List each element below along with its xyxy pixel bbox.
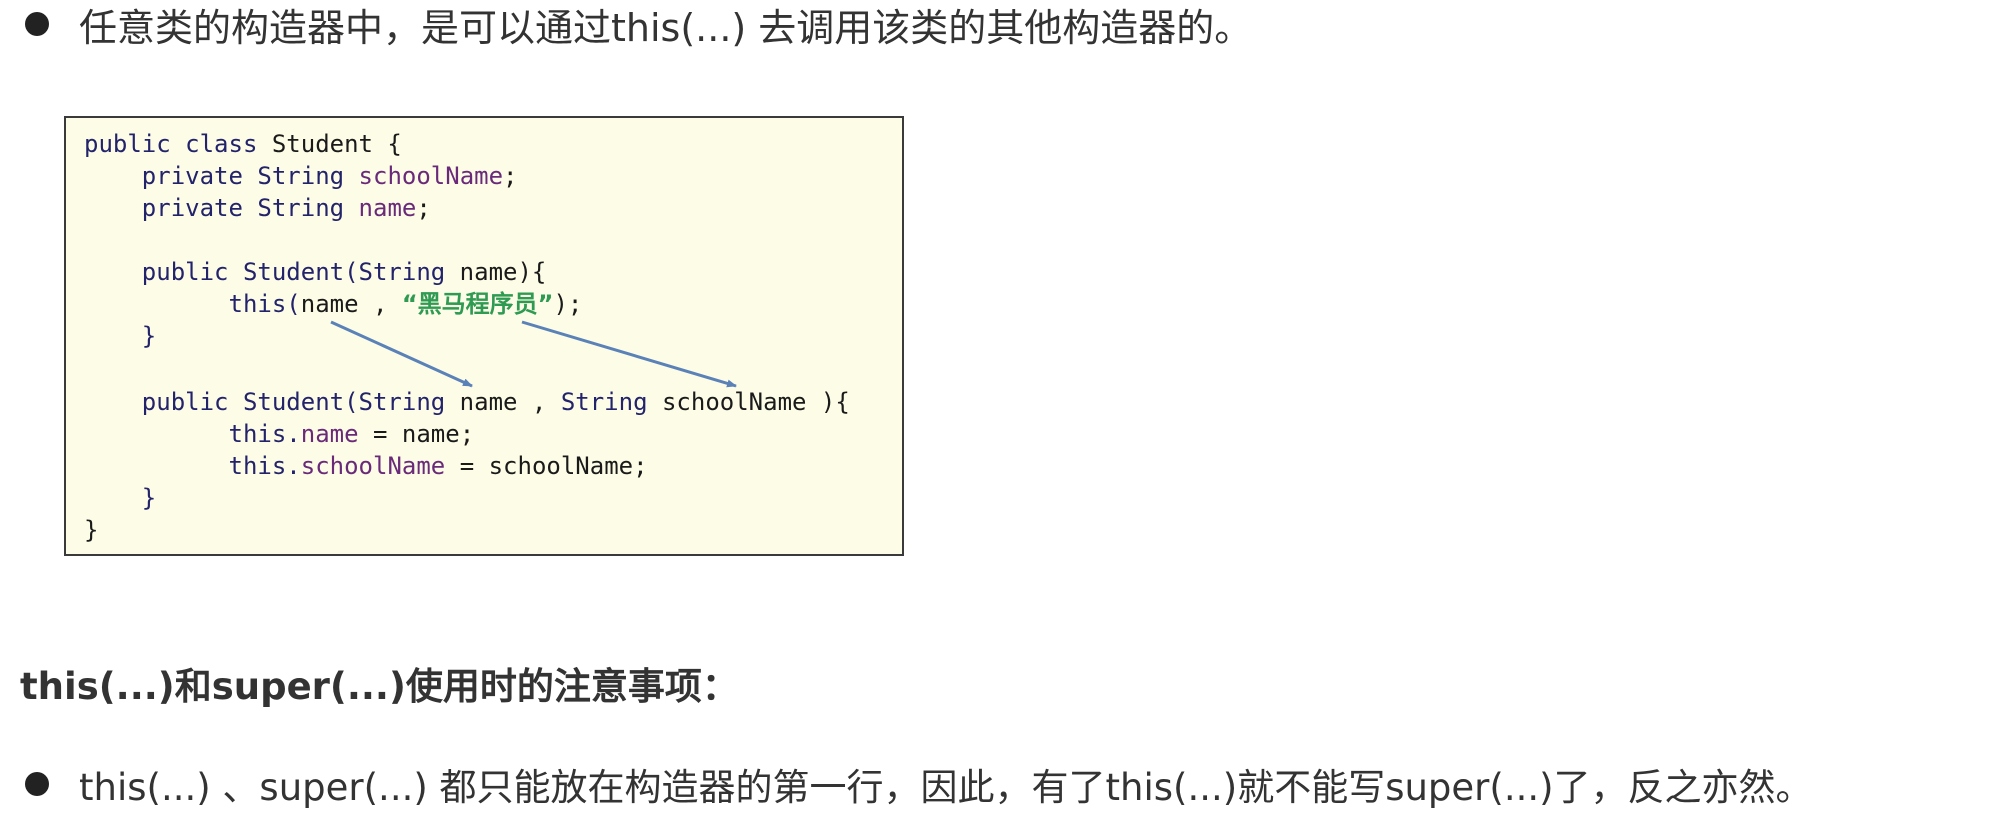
code-brace: }: [84, 516, 99, 544]
code-line-9: this.schoolName = schoolName;: [84, 450, 648, 482]
code-brace: }: [141, 484, 157, 512]
code-line-4: public Student(String name){: [84, 256, 547, 288]
code-brace: }: [141, 322, 157, 350]
code-line-7: public Student(String name , String scho…: [84, 386, 850, 418]
section-heading: this(...)和super(...)使用时的注意事项：: [20, 665, 739, 708]
code-text: name){: [445, 258, 547, 286]
code-field: schoolName: [358, 162, 504, 190]
code-line-2: private String schoolName;: [84, 160, 518, 192]
bullet-dot-icon: [25, 772, 49, 796]
bullet-text-1: 任意类的构造器中，是可以通过this(...) 去调用该类的其他构造器的。: [79, 5, 1253, 50]
bullet-item-1: 任意类的构造器中，是可以通过this(...) 去调用该类的其他构造器的。: [0, 0, 1252, 50]
code-keyword: this.: [228, 420, 301, 448]
code-field: schoolName: [300, 452, 446, 480]
arrow-schoolname-param: [521, 320, 737, 388]
arrow-name-param: [330, 320, 473, 388]
code-text: name ,: [300, 290, 402, 318]
code-line-10: }: [84, 482, 156, 514]
code-line-5: this(name , “黑马程序员”);: [84, 288, 583, 320]
code-keyword: private String: [141, 194, 345, 222]
code-line-6: }: [84, 320, 156, 352]
code-field: name: [358, 194, 417, 222]
code-keyword: this(: [228, 290, 301, 318]
code-line-8: this.name = name;: [84, 418, 475, 450]
code-text: Student {: [257, 130, 402, 158]
code-text: schoolName ){: [647, 388, 850, 416]
code-keyword: public Student(String: [141, 388, 446, 416]
code-keyword: this.: [228, 452, 301, 480]
code-line-11: }: [84, 514, 98, 546]
code-keyword: public Student(String: [141, 258, 446, 286]
code-text: ;: [503, 162, 518, 190]
code-line-3: private String name;: [84, 192, 431, 224]
code-text: );: [553, 290, 583, 318]
code-text: name ,: [445, 388, 561, 416]
bullet-text-2: this(...) 、super(...) 都只能放在构造器的第一行，因此，有了…: [79, 766, 1813, 809]
code-block: public class Student { private String sc…: [64, 116, 904, 556]
code-string: “黑马程序员”: [401, 290, 554, 318]
code-text: = schoolName;: [445, 452, 648, 480]
code-keyword: public class: [84, 130, 258, 158]
code-text: = name;: [358, 420, 475, 448]
code-text: ;: [416, 194, 431, 222]
code-keyword: private String: [141, 162, 345, 190]
code-line-1: public class Student {: [84, 128, 402, 160]
code-keyword: String: [560, 388, 648, 416]
bullet-item-2: this(...) 、super(...) 都只能放在构造器的第一行，因此，有了…: [0, 760, 1813, 809]
bullet-dot-icon: [25, 12, 49, 36]
code-field: name: [300, 420, 359, 448]
